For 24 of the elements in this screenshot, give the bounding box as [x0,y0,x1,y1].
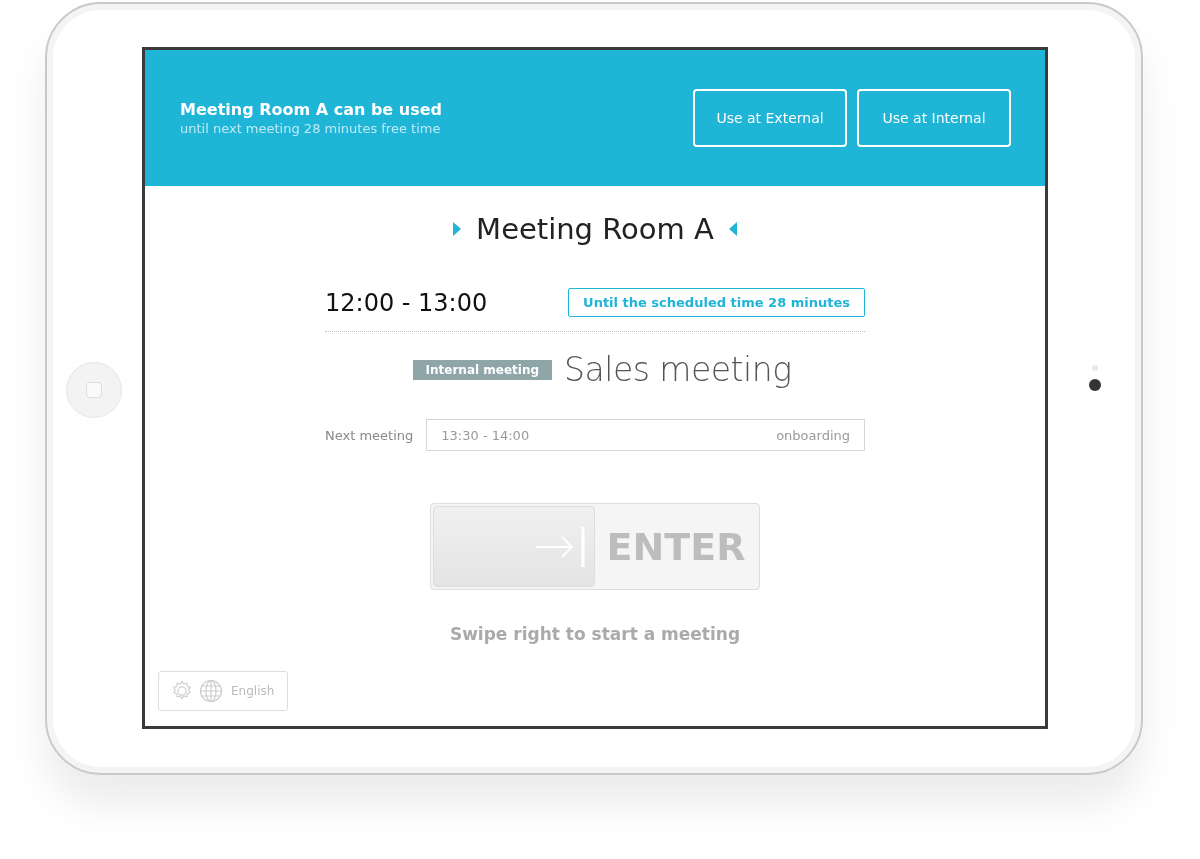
previous-arrow-icon[interactable] [727,222,738,236]
home-button[interactable] [66,362,122,418]
room-name: Meeting Room A [476,212,714,246]
language-label[interactable]: English [231,684,275,698]
meeting-type-tag: Internal meeting [412,359,553,380]
use-button[interactable]: Use at External [693,89,847,147]
swipe-hint: Swipe right to start a meeting [448,624,742,644]
next-meeting-name: onboarding [776,427,850,443]
next-meeting-time: 13:30 - 14:00 [441,427,530,443]
banner-subtitle: until next meeting 28 minutes free time [180,121,442,136]
slider-handle[interactable] [433,506,595,587]
use-button[interactable]: Use at Internal [857,89,1011,147]
slider-label: ENTER [605,524,747,569]
remaining-time-badge: Until the scheduled time 28 minutes [568,288,865,317]
meeting-title: Sales meeting [564,350,792,389]
next-meeting-label: Next meeting [325,427,414,443]
banner-title: Meeting Room A can be used [180,100,442,119]
globe-icon[interactable] [199,679,223,703]
settings-icon[interactable] [171,680,193,702]
camera-icon [1089,365,1101,391]
next-arrow-icon[interactable] [452,222,463,236]
meeting-time: 12:00 - 13:00 [325,288,488,317]
swipe-slider[interactable]: ENTER [430,503,760,590]
arrow-to-bar-icon [534,524,586,569]
